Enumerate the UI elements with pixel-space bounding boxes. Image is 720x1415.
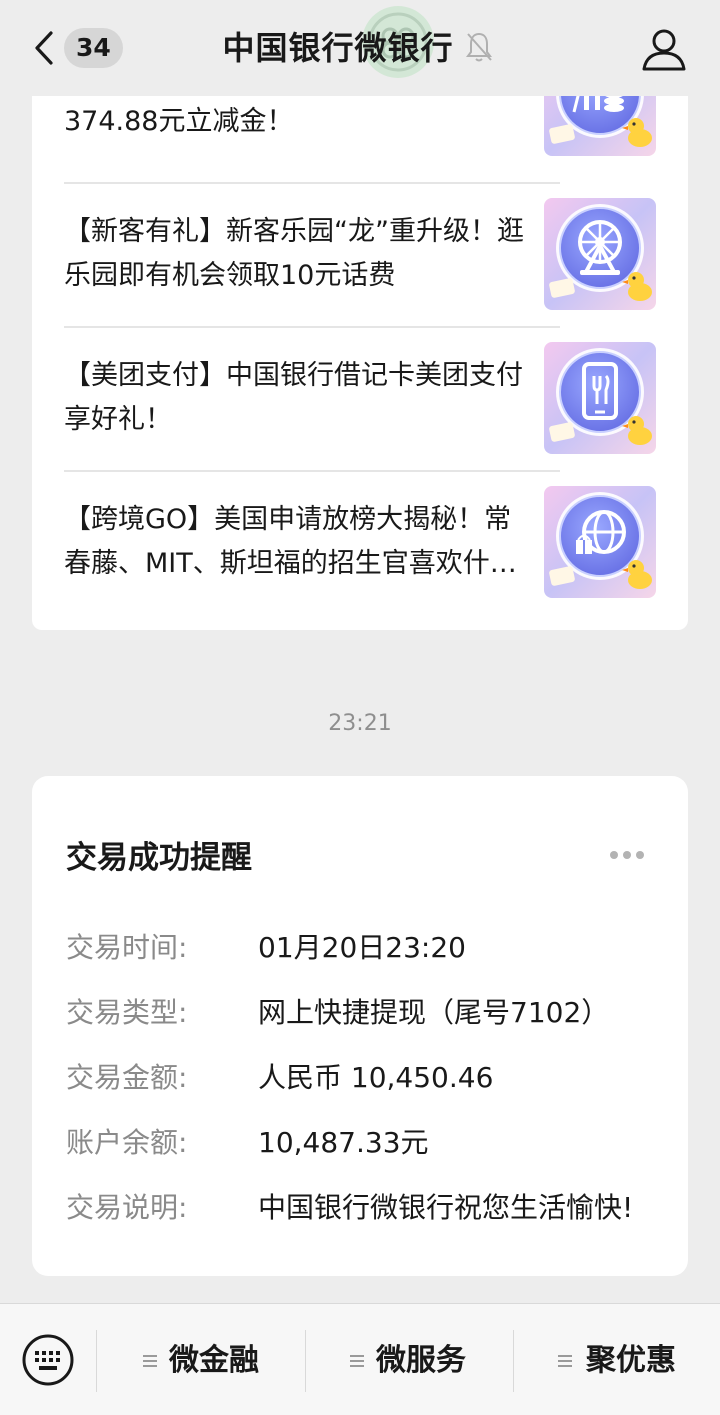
back-button[interactable]: 34 [26, 24, 126, 72]
article-list-card: 【养老攻略】有礼更“养”生，领上高374.88元立减金！ 【新客有礼】新客乐园“… [32, 40, 688, 630]
row-value: 10,487.33元 [258, 1126, 429, 1159]
keyboard-icon[interactable] [22, 1334, 74, 1386]
row-label: 账户余额: [66, 1126, 188, 1159]
transaction-amount-row: 交易金额: 人民币 10,450.46 [66, 1058, 666, 1098]
row-value: 网上快捷提现（尾号7102） [258, 996, 610, 1029]
article-item[interactable]: 【新客有礼】新客乐园“龙”重升级！逛乐园即有机会领取10元话费 [64, 184, 656, 328]
menu-weijinrong[interactable]: 微金融 [97, 1330, 305, 1392]
menu-label: 微服务 [376, 1343, 466, 1378]
message-timestamp: 23:21 [328, 711, 392, 736]
menu-list-icon [143, 1355, 157, 1367]
more-options-button[interactable] [610, 844, 654, 868]
transaction-note-row: 交易说明: 中国银行微银行祝您生活愉快! [66, 1188, 666, 1228]
row-value: 人民币 10,450.46 [258, 1061, 494, 1094]
unread-count-badge: 34 [64, 28, 123, 68]
menu-weifuwu[interactable]: 微服务 [306, 1330, 514, 1392]
row-label: 交易类型: [66, 996, 188, 1029]
article-title: 【新客有礼】新客乐园“龙”重升级！逛乐园即有机会领取10元话费 [64, 216, 524, 291]
menu-label: 微金融 [169, 1343, 259, 1378]
row-label: 交易说明: [66, 1191, 188, 1224]
row-value: 中国银行微银行祝您生活愉快! [258, 1191, 634, 1224]
transaction-notice-card[interactable]: 交易成功提醒 交易时间: 01月20日23:20 交易类型: 网上快捷提现（尾号… [32, 776, 688, 1276]
menu-list-icon [558, 1355, 572, 1367]
article-title: 【跨境GO】美国申请放榜大揭秘！常春藤、MIT、斯坦福的招生官喜欢什么样的学生？ [64, 504, 517, 579]
watermark-icon [362, 6, 434, 78]
more-dot-icon [636, 851, 644, 859]
transaction-type-row: 交易类型: 网上快捷提现（尾号7102） [66, 993, 666, 1033]
chevron-left-icon [35, 31, 53, 65]
article-item[interactable]: 【跨境GO】美国申请放榜大揭秘！常春藤、MIT、斯坦福的招生官喜欢什么样的学生？ [64, 472, 656, 616]
article-title: 【美团支付】中国银行借记卡美团支付享好礼！ [64, 360, 523, 435]
menu-list-icon [350, 1355, 364, 1367]
notice-title: 交易成功提醒 [66, 840, 252, 876]
article-item[interactable]: 【美团支付】中国银行借记卡美团支付享好礼！ [64, 328, 656, 472]
phone-dining-icon [544, 342, 656, 454]
mute-bell-icon [466, 32, 492, 62]
globe-gift-icon [544, 486, 656, 598]
account-balance-row: 账户余额: 10,487.33元 [66, 1123, 666, 1163]
row-value: 01月20日23:20 [258, 931, 466, 964]
row-label: 交易金额: [66, 1061, 188, 1094]
menu-juyouhui[interactable]: 聚优惠 [514, 1330, 720, 1392]
more-dot-icon [610, 851, 618, 859]
more-dot-icon [623, 851, 631, 859]
row-label: 交易时间: [66, 931, 188, 964]
bottom-menu-bar: 微金融 微服务 聚优惠 [0, 1303, 720, 1415]
chat-header: 34 中国银行微银行 [0, 0, 720, 96]
ferris-wheel-icon [544, 198, 656, 310]
transaction-time-row: 交易时间: 01月20日23:20 [66, 928, 666, 968]
menu-label: 聚优惠 [586, 1343, 676, 1378]
profile-icon[interactable] [640, 26, 688, 72]
